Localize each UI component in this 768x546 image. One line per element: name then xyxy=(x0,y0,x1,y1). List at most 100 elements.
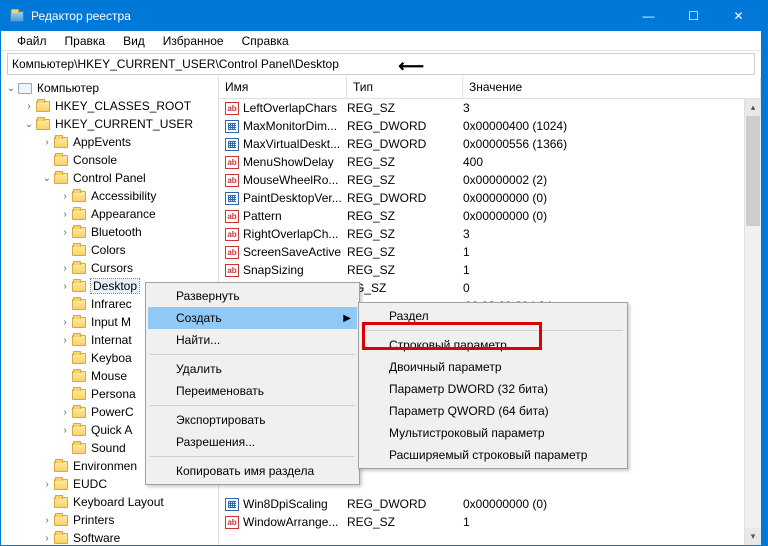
tree-node[interactable]: ›AppEvents xyxy=(1,133,218,151)
tree-node[interactable]: Colors xyxy=(1,241,218,259)
menu-edit[interactable]: Правка xyxy=(57,33,114,49)
menu-view[interactable]: Вид xyxy=(115,33,153,49)
row-type: REG_SZ xyxy=(347,227,463,241)
list-row[interactable]: abPatternREG_SZ0x00000000 (0) xyxy=(219,207,761,225)
maximize-button[interactable]: ☐ xyxy=(671,1,716,31)
menu-item[interactable]: Создать▶ xyxy=(148,307,357,329)
col-type[interactable]: Тип xyxy=(347,77,463,98)
expand-icon[interactable]: › xyxy=(41,515,53,526)
tree-node[interactable]: › Cursors xyxy=(1,259,218,277)
menu-item[interactable]: Экспортировать xyxy=(148,409,357,431)
minimize-button[interactable]: — xyxy=(626,1,671,31)
scroll-down-icon[interactable]: ▾ xyxy=(745,528,761,545)
tree-label: Internat xyxy=(91,333,132,347)
titlebar[interactable]: Редактор реестра — ☐ ✕ xyxy=(1,1,761,31)
row-value: 0 xyxy=(463,281,761,295)
list-row[interactable]: PaintDesktopVer...REG_DWORD0x00000000 (0… xyxy=(219,189,761,207)
menu-item[interactable]: Строковый параметр xyxy=(361,334,625,356)
folder-icon xyxy=(54,153,70,167)
menu-item[interactable]: Раздел xyxy=(361,305,625,327)
folder-icon xyxy=(54,459,70,473)
tree-node[interactable]: ⌄HKEY_CURRENT_USER xyxy=(1,115,218,133)
expand-icon[interactable]: › xyxy=(23,101,35,112)
tree-node[interactable]: Console xyxy=(1,151,218,169)
expand-icon[interactable]: ⌄ xyxy=(23,119,35,130)
tree-label: Cursors xyxy=(91,261,133,275)
row-value: 3 xyxy=(463,227,761,241)
menu-item[interactable]: Разрешения... xyxy=(148,431,357,453)
tree-node[interactable]: ›Software xyxy=(1,529,218,545)
list-row[interactable]: MaxMonitorDim...REG_DWORD0x00000400 (102… xyxy=(219,117,761,135)
expand-icon[interactable]: › xyxy=(59,317,71,328)
menu-item[interactable]: Копировать имя раздела xyxy=(148,460,357,482)
row-type: REG_SZ xyxy=(347,209,463,223)
folder-icon xyxy=(72,351,88,365)
row-value: 0x00000000 (0) xyxy=(463,191,761,205)
list-row[interactable]: Win8DpiScalingREG_DWORD0x00000000 (0) xyxy=(219,495,761,513)
menu-item[interactable]: Двоичный параметр xyxy=(361,356,625,378)
tree-node[interactable]: › HKEY_CLASSES_ROOT xyxy=(1,97,218,115)
expand-icon[interactable]: › xyxy=(59,191,71,202)
expand-icon[interactable]: › xyxy=(59,263,71,274)
tree-node[interactable]: ⌄Компьютер xyxy=(1,79,218,97)
tree-node[interactable]: Keyboard Layout xyxy=(1,493,218,511)
expand-icon[interactable]: › xyxy=(41,137,53,148)
tree-label: HKEY_CLASSES_ROOT xyxy=(55,99,191,113)
app-icon xyxy=(9,8,25,24)
expand-icon[interactable]: ⌄ xyxy=(41,173,53,184)
expand-icon[interactable]: › xyxy=(41,479,53,490)
list-row[interactable]: abMenuShowDelayREG_SZ400 xyxy=(219,153,761,171)
scrollbar-vertical[interactable]: ▴ ▾ xyxy=(744,99,761,545)
list-row[interactable]: abScreenSaveActiveREG_SZ1 xyxy=(219,243,761,261)
expand-icon[interactable]: › xyxy=(59,425,71,436)
menu-item[interactable]: Удалить xyxy=(148,358,357,380)
tree-node[interactable]: › Accessibility xyxy=(1,187,218,205)
folder-icon xyxy=(72,387,88,401)
list-row[interactable]: abWindowArrange...REG_SZ1 xyxy=(219,513,761,531)
menu-item[interactable]: Расширяемый строковый параметр xyxy=(361,444,625,466)
menu-item[interactable]: Развернуть xyxy=(148,285,357,307)
context-menu-submenu[interactable]: Раздел Строковый параметрДвоичный парамет… xyxy=(358,302,628,469)
context-menu-primary[interactable]: РазвернутьСоздать▶Найти... УдалитьПереиме… xyxy=(145,282,360,485)
expand-icon[interactable]: › xyxy=(41,533,53,544)
menu-item[interactable]: Найти... xyxy=(148,329,357,351)
menu-help[interactable]: Справка xyxy=(234,33,297,49)
expand-icon[interactable]: › xyxy=(59,407,71,418)
menu-item[interactable]: Параметр QWORD (64 бита) xyxy=(361,400,625,422)
menu-item[interactable]: Переименовать xyxy=(148,380,357,402)
row-type: REG_SZ xyxy=(347,515,463,529)
scroll-up-icon[interactable]: ▴ xyxy=(745,99,761,116)
tree-node[interactable]: ›Appearance xyxy=(1,205,218,223)
list-row[interactable]: abSnapSizingREG_SZ1 xyxy=(219,261,761,279)
list-row[interactable]: abRightOverlapCh...REG_SZ3 xyxy=(219,225,761,243)
list-row[interactable]: MaxVirtualDeskt...REG_DWORD0x00000556 (1… xyxy=(219,135,761,153)
col-value[interactable]: Значение xyxy=(463,77,761,98)
col-name[interactable]: Имя xyxy=(219,77,347,98)
expand-icon[interactable]: › xyxy=(59,281,71,292)
close-button[interactable]: ✕ xyxy=(716,1,761,31)
tree-node[interactable]: ⌄ Control Panel xyxy=(1,169,218,187)
expand-icon[interactable]: › xyxy=(59,335,71,346)
reg-sz-icon: ab xyxy=(225,264,239,277)
list-row[interactable]: abMouseWheelRo...REG_SZ0x00000002 (2) xyxy=(219,171,761,189)
tree-label: Control Panel xyxy=(73,171,146,185)
menu-item[interactable]: Мультистроковый параметр xyxy=(361,422,625,444)
folder-icon xyxy=(54,495,70,509)
desktop-edge xyxy=(762,0,768,546)
row-name: MouseWheelRo... xyxy=(243,173,347,187)
expand-icon[interactable]: › xyxy=(59,227,71,238)
tree-node[interactable]: ›Bluetooth xyxy=(1,223,218,241)
row-name: MaxVirtualDeskt... xyxy=(243,137,347,151)
expand-icon[interactable]: ⌄ xyxy=(5,83,17,94)
row-value: 1 xyxy=(463,245,761,259)
list-row[interactable]: abLeftOverlapCharsREG_SZ3 xyxy=(219,99,761,117)
expand-icon[interactable]: › xyxy=(59,209,71,220)
menu-item[interactable]: Параметр DWORD (32 бита) xyxy=(361,378,625,400)
address-bar[interactable]: Компьютер\HKEY_CURRENT_USER\Control Pane… xyxy=(7,53,755,75)
menu-file[interactable]: Файл xyxy=(9,33,55,49)
scroll-thumb[interactable] xyxy=(746,116,760,226)
menu-item-label: Разрешения... xyxy=(176,435,255,449)
menu-favorites[interactable]: Избранное xyxy=(155,33,232,49)
tree-label: Accessibility xyxy=(91,189,156,203)
tree-node[interactable]: ›Printers xyxy=(1,511,218,529)
